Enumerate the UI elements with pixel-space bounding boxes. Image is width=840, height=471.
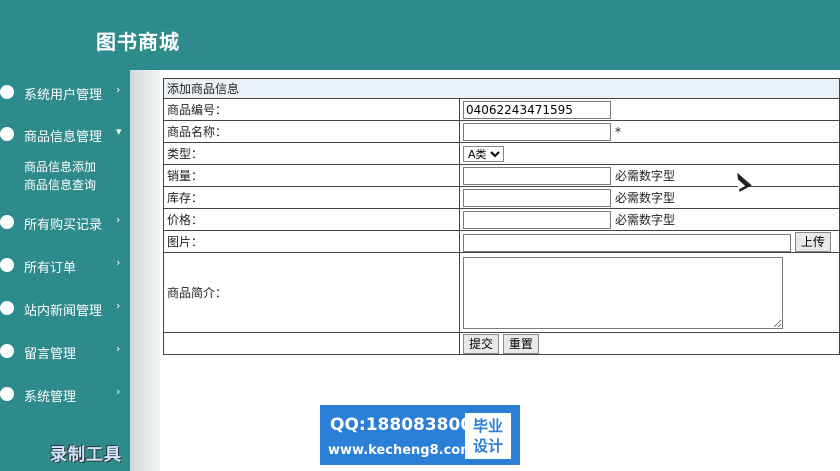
- stock-field[interactable]: [463, 188, 611, 207]
- app-icon: [0, 258, 14, 272]
- recorder-logo: 录制工具: [50, 445, 122, 465]
- intro-label: 商品简介：: [163, 252, 460, 333]
- chevron-right-icon: ›: [116, 83, 121, 96]
- image-label: 图片：: [163, 230, 460, 253]
- type-label: 类型：: [163, 142, 460, 165]
- stock-label: 库存：: [163, 186, 460, 209]
- price-field[interactable]: [463, 210, 611, 229]
- sidebar-item-label: 站内新闻管理: [24, 304, 103, 319]
- sidebar-item-product-info[interactable]: 商品信息管理 ▾: [0, 122, 130, 148]
- app-header: 图书商城: [0, 0, 840, 70]
- sales-label: 销量：: [163, 164, 460, 187]
- sidebar-item-label: 系统管理: [24, 390, 77, 405]
- actions-spacer: [163, 332, 460, 355]
- price-label: 价格：: [163, 208, 460, 231]
- watermark-qq: QQ:188083800: [330, 415, 473, 435]
- watermark-banner: QQ:188083800 www.kecheng8.com 毕业 设计: [320, 405, 520, 465]
- add-product-form: 添加商品信息 商品编号： 商品名称： * 类型： A类 销量： 必需数字型 库存…: [163, 78, 840, 355]
- sidebar-item-label: 所有购买记录: [24, 218, 103, 233]
- chevron-right-icon: ›: [116, 385, 121, 398]
- type-select[interactable]: A类: [463, 145, 504, 162]
- name-field[interactable]: [463, 122, 611, 141]
- records-icon: [0, 215, 14, 229]
- intro-textarea[interactable]: [463, 256, 783, 329]
- sidebar-item-news[interactable]: 站内新闻管理 ›: [0, 296, 130, 322]
- required-mark: *: [615, 124, 621, 139]
- news-icon: [0, 301, 14, 315]
- user-icon: [0, 85, 14, 99]
- sidebar: 系统用户管理 › 商品信息管理 ▾ 商品信息添加 商品信息查询 所有购买记录 ›…: [0, 70, 130, 471]
- form-header: 添加商品信息: [163, 78, 840, 99]
- sidebar-item-messages[interactable]: 留言管理 ›: [0, 339, 130, 365]
- sidebar-item-system[interactable]: 系统管理 ›: [0, 382, 130, 408]
- reset-button[interactable]: 重置: [502, 333, 539, 354]
- sidebar-item-orders[interactable]: 所有订单 ›: [0, 253, 130, 279]
- content-edge: [130, 70, 160, 471]
- upload-button[interactable]: 上传: [794, 231, 831, 252]
- sidebar-item-label: 所有订单: [24, 261, 77, 276]
- chevron-right-icon: ›: [116, 342, 121, 355]
- sidebar-item-label: 商品信息管理: [24, 130, 103, 145]
- watermark-badge: 毕业 设计: [465, 413, 511, 459]
- product-icon: [0, 127, 14, 141]
- message-icon: [0, 344, 14, 358]
- chevron-right-icon: ›: [116, 256, 121, 269]
- sidebar-subitem-query-product[interactable]: 商品信息查询: [24, 176, 96, 193]
- price-hint: 必需数字型: [615, 213, 676, 227]
- watermark-url: www.kecheng8.com: [328, 443, 474, 458]
- name-label: 商品名称：: [163, 120, 460, 143]
- code-field[interactable]: [463, 100, 611, 119]
- chevron-right-icon: ›: [116, 299, 121, 312]
- chevron-down-icon: ▾: [116, 125, 122, 138]
- sales-hint: 必需数字型: [615, 169, 676, 183]
- stock-hint: 必需数字型: [615, 191, 676, 205]
- sidebar-item-label: 系统用户管理: [24, 88, 103, 103]
- watermark-badge-line2: 设计: [472, 437, 503, 455]
- sidebar-item-label: 留言管理: [24, 347, 77, 362]
- sidebar-item-purchase-records[interactable]: 所有购买记录 ›: [0, 210, 130, 236]
- image-path-field[interactable]: [463, 233, 791, 252]
- sidebar-item-system-users[interactable]: 系统用户管理 ›: [0, 80, 130, 106]
- sales-field[interactable]: [463, 166, 611, 185]
- watermark-badge-line1: 毕业: [472, 417, 503, 435]
- code-label: 商品编号：: [163, 98, 460, 121]
- submit-button[interactable]: 提交: [463, 333, 500, 354]
- app-title: 图书商城: [96, 30, 180, 54]
- chevron-right-icon: ›: [116, 213, 121, 226]
- sidebar-subitem-add-product[interactable]: 商品信息添加: [24, 158, 96, 175]
- chart-icon: [0, 387, 14, 401]
